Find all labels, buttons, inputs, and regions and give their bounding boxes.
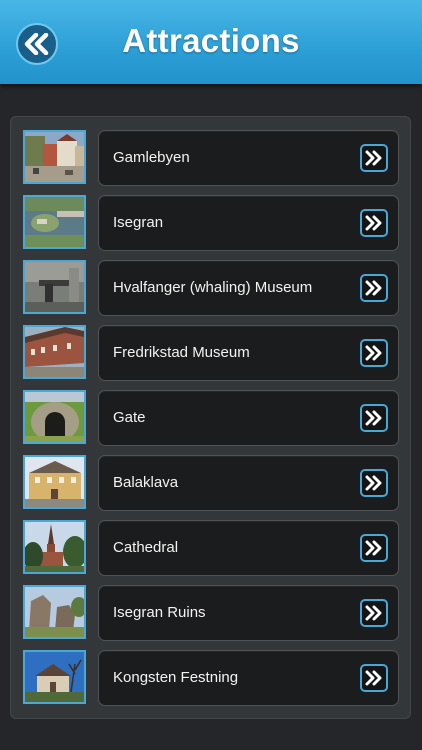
item-button[interactable]: Isegran: [98, 195, 399, 251]
item-button[interactable]: Isegran Ruins: [98, 585, 399, 641]
item-button[interactable]: Cathedral: [98, 520, 399, 576]
item-button[interactable]: Fredrikstad Museum: [98, 325, 399, 381]
app-header: Attractions: [0, 0, 422, 84]
cathedral-photo: [23, 520, 86, 574]
item-button[interactable]: Gamlebyen: [98, 130, 399, 186]
double-chevron-right-icon[interactable]: [360, 664, 388, 692]
item-label: Isegran: [113, 214, 164, 231]
fortress-photo: [23, 650, 86, 704]
double-chevron-right-icon[interactable]: [360, 339, 388, 367]
stone-ruins-photo: [23, 585, 86, 639]
item-label: Kongsten Festning: [113, 669, 239, 686]
tunnel-gate-photo: [23, 390, 86, 444]
double-chevron-right-icon[interactable]: [360, 469, 388, 497]
list-item[interactable]: Gamlebyen: [23, 130, 401, 186]
yellow-building-photo: [23, 455, 86, 509]
list-item[interactable]: Isegran Ruins: [23, 585, 401, 641]
item-button[interactable]: Kongsten Festning: [98, 650, 399, 706]
list-item[interactable]: Isegran: [23, 195, 401, 251]
list-item[interactable]: Kongsten Festning: [23, 650, 401, 706]
list-item[interactable]: Gate: [23, 390, 401, 446]
item-label: Isegran Ruins: [113, 604, 206, 621]
item-label: Cathedral: [113, 539, 179, 556]
page-title: Attractions: [122, 22, 300, 59]
town-square-photo: [23, 130, 86, 184]
item-button[interactable]: Gate: [98, 390, 399, 446]
item-label: Balaklava: [113, 474, 179, 491]
double-chevron-right-icon[interactable]: [360, 599, 388, 627]
item-button[interactable]: Hvalfanger (whaling) Museum: [98, 260, 399, 316]
item-label: Hvalfanger (whaling) Museum: [113, 279, 313, 296]
whaling-cannon-photo: [23, 260, 86, 314]
attractions-list: Gamlebyen Isegran Hvalfanger (whaling) M…: [10, 116, 411, 719]
museum-street-photo: [23, 325, 86, 379]
double-chevron-right-icon[interactable]: [360, 274, 388, 302]
item-button[interactable]: Balaklava: [98, 455, 399, 511]
double-chevron-right-icon[interactable]: [360, 534, 388, 562]
double-chevron-right-icon[interactable]: [360, 404, 388, 432]
aerial-island-photo: [23, 195, 86, 249]
list-item[interactable]: Cathedral: [23, 520, 401, 576]
double-chevron-right-icon[interactable]: [360, 144, 388, 172]
item-label: Gamlebyen: [113, 149, 190, 166]
item-label: Gate: [113, 409, 146, 426]
double-chevron-right-icon[interactable]: [360, 209, 388, 237]
list-item[interactable]: Hvalfanger (whaling) Museum: [23, 260, 401, 316]
item-label: Fredrikstad Museum: [113, 344, 250, 361]
list-item[interactable]: Balaklava: [23, 455, 401, 511]
list-item[interactable]: Fredrikstad Museum: [23, 325, 401, 381]
